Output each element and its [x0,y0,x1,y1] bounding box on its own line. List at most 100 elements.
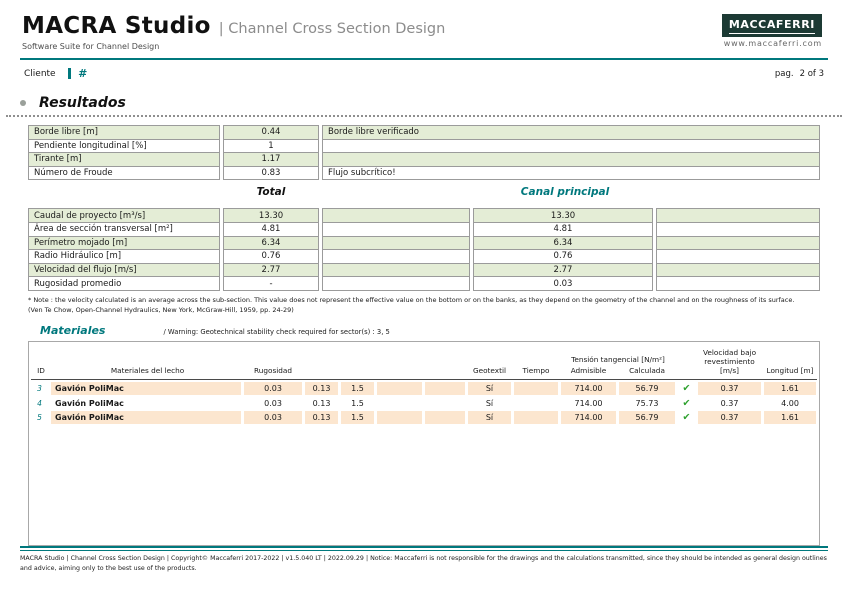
empty-cell [322,249,470,264]
roughness-3: 1.5 [341,382,374,395]
calculated-shear: 56.79 [619,382,675,395]
col-header-time: Tiempo [514,366,558,375]
calculated-shear: 75.73 [619,397,675,410]
row-label: Borde libre [m] [28,125,220,140]
velocity-value: 0.37 [698,397,761,410]
roughness-1: 0.03 [244,397,302,410]
bullet-icon [20,100,26,106]
table-row: Área de sección transversal [m²] 4.81 4.… [28,222,820,237]
total-value: 4.81 [223,222,319,237]
row-label: Número de Froude [28,166,220,181]
roughness-1: 0.03 [244,411,302,424]
total-value: 2.77 [223,263,319,278]
row-label: Radio Hidráulico [m] [28,249,220,264]
roughness-2: 0.13 [305,411,338,424]
time-value [514,382,558,395]
empty-cell [656,276,820,291]
geotextile-value: Sí [468,382,511,395]
table-row: Perímetro mojado [m] 6.34 6.34 [28,236,820,251]
col-header-material: Materiales del lecho [51,366,241,375]
column-header-canal-principal: Canal principal [475,186,655,198]
maccaferri-logo: MACCAFERRI [722,14,822,37]
total-value: 0.76 [223,249,319,264]
empty-cell [377,382,422,395]
empty-cell [377,397,422,410]
row-label: Perímetro mojado [m] [28,236,220,251]
empty-cell [322,276,470,291]
note-line-1: * Note : the velocity calculated is an a… [28,295,820,305]
total-value: - [223,276,319,291]
row-message: Borde libre verificado [322,125,820,140]
time-value [514,397,558,410]
table-row: Pendiente longitudinal [%] 1 [28,139,820,154]
material-name: Gavión PoliMac [51,411,241,424]
canal-value: 2.77 [473,263,653,278]
dotted-divider [6,115,842,117]
app-tagline: Software Suite for Channel Design [22,42,445,51]
meta-row: Cliente # pag.2 of 3 [0,60,848,80]
row-value: 0.83 [223,166,319,181]
empty-cell [322,208,470,223]
table-row: Número de Froude 0.83 Flujo subcrítico! [28,166,820,181]
material-name: Gavión PoliMac [51,382,241,395]
page-number: pag.2 of 3 [769,69,824,79]
hydraulic-table-headers: Total Canal principal [28,186,820,200]
check-icon: ✔ [678,382,695,395]
client-separator [68,68,72,79]
row-message: Flujo subcrítico! [322,166,820,181]
empty-cell [425,397,465,410]
empty-cell [322,236,470,251]
material-id: 5 [31,411,48,424]
row-label: Área de sección transversal [m²] [28,222,220,237]
table-row: Borde libre [m] 0.44 Borde libre verific… [28,125,820,140]
total-value: 13.30 [223,208,319,223]
report-header: MACRA Studio | Channel Cross Section Des… [0,0,848,51]
material-row: 5 Gavión PoliMac 0.03 0.13 1.5 Sí 714.00… [31,411,817,424]
report-footer: MACRA Studio | Channel Cross Section Des… [20,546,828,574]
material-id: 3 [31,382,48,395]
materials-table: ID Materiales del lecho Rugosidad Geotex… [28,341,820,546]
col-header-shear-group: Tensión tangencial [N/m²] [561,355,675,364]
results-section-header: Resultados [20,95,848,111]
roughness-2: 0.13 [305,382,338,395]
table-row: Caudal de proyecto [m³/s] 13.30 13.30 [28,208,820,223]
roughness-1: 0.03 [244,382,302,395]
canal-value: 6.34 [473,236,653,251]
material-id: 4 [31,397,48,410]
company-url: www.maccaferri.com [722,39,822,48]
geotextile-value: Sí [468,411,511,424]
col-header-velocity: Velocidad bajo revestimiento [m/s] [698,348,761,375]
canal-value: 0.03 [473,276,653,291]
empty-cell [656,263,820,278]
client-field: Cliente # [24,67,87,80]
canal-value: 13.30 [473,208,653,223]
check-icon: ✔ [678,397,695,410]
row-value: 1 [223,139,319,154]
materials-section-header: Materiales / Warning: Geotechnical stabi… [40,324,848,337]
row-label: Velocidad del flujo [m/s] [28,263,220,278]
report-page: MACRA Studio | Channel Cross Section Des… [0,0,848,599]
col-header-length: Longitud [m] [764,366,816,375]
company-branding: MACCAFERRI www.maccaferri.com [722,13,822,48]
empty-cell [656,236,820,251]
empty-cell [425,382,465,395]
row-label: Caudal de proyecto [m³/s] [28,208,220,223]
footer-notice: MACRA Studio | Channel Cross Section Des… [20,554,828,574]
client-label: Cliente [24,69,56,79]
col-header-admissible: Admisible [561,366,616,375]
admissible-shear: 714.00 [561,411,616,424]
total-value: 6.34 [223,236,319,251]
geotextile-value: Sí [468,397,511,410]
client-value: # [78,67,87,80]
length-value: 1.61 [764,382,816,395]
row-message [322,139,820,154]
material-row: 4 Gavión PoliMac 0.03 0.13 1.5 Sí 714.00… [31,397,817,410]
velocity-value: 0.37 [698,411,761,424]
length-value: 4.00 [764,397,816,410]
geotechnical-warning: / Warning: Geotechnical stability check … [163,328,389,336]
footer-divider [20,546,828,551]
summary-table: Borde libre [m] 0.44 Borde libre verific… [28,125,820,180]
row-message [322,152,820,167]
logo-text: MACCAFERRI [729,18,815,34]
section-title-materiales: Materiales [40,324,105,337]
